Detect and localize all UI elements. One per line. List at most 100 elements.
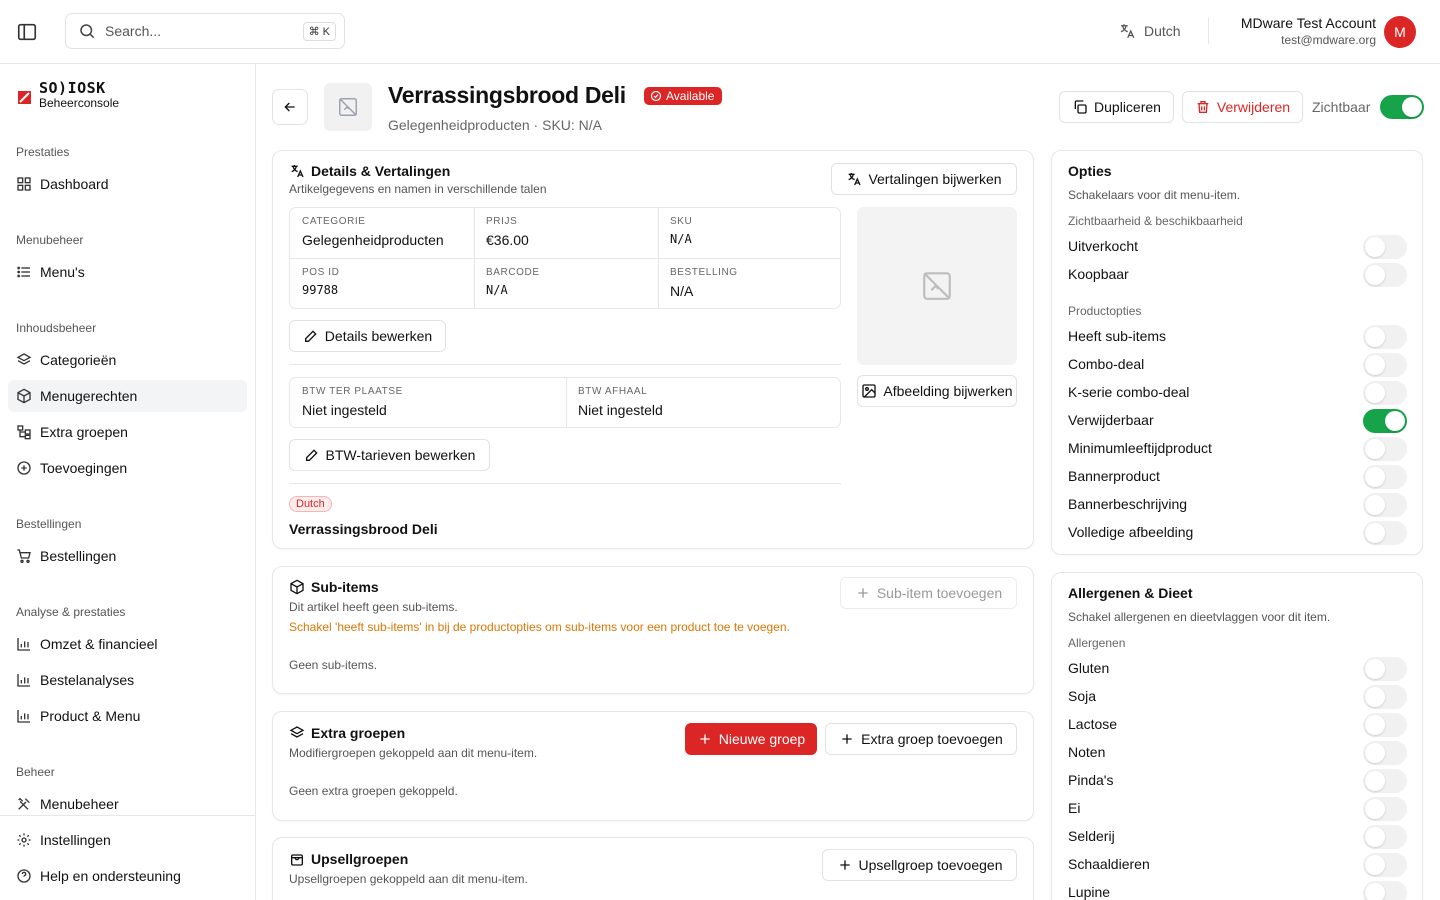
sidebar-item-orders[interactable]: Bestellingen bbox=[8, 540, 247, 572]
divider bbox=[289, 483, 841, 484]
visible-label: Zichtbaar bbox=[1312, 99, 1371, 115]
section-label-inhoudsbeheer: Inhoudsbeheer bbox=[16, 321, 97, 335]
allergen-toggle[interactable] bbox=[1363, 769, 1407, 793]
delete-button[interactable]: Verwijderen bbox=[1182, 91, 1303, 123]
sidebar-item-label: Help en ondersteuning bbox=[40, 868, 181, 884]
allergen-toggle[interactable] bbox=[1363, 713, 1407, 737]
edit-vat-button[interactable]: BTW-tarieven bewerken bbox=[289, 439, 490, 471]
allergen-toggle[interactable] bbox=[1363, 797, 1407, 821]
upsell-title-text: Upsellgroepen bbox=[311, 851, 409, 867]
sidebar-item-dishes[interactable]: Menugerechten bbox=[8, 380, 247, 412]
subitems-empty: Geen sub-items. bbox=[289, 658, 378, 672]
search-input[interactable]: Search... ⌘ K bbox=[65, 13, 345, 49]
extra-groups-description: Modifiergroepen gekoppeld aan dit menu-i… bbox=[289, 746, 538, 760]
sidebar-item-extra-groups[interactable]: Extra groepen bbox=[8, 416, 247, 448]
option-label: Verwijderbaar bbox=[1068, 412, 1154, 428]
section-label-menubeheer: Menubeheer bbox=[16, 233, 84, 247]
option-toggle[interactable] bbox=[1363, 465, 1407, 489]
sidebar-item-settings[interactable]: Instellingen bbox=[8, 824, 247, 856]
add-subitem-button[interactable]: Sub-item toevoegen bbox=[840, 577, 1017, 609]
copy-icon bbox=[1072, 99, 1088, 115]
status-label: Available bbox=[666, 89, 715, 103]
sidebar-item-revenue[interactable]: Omzet & financieel bbox=[8, 628, 247, 660]
option-label: Bannerproduct bbox=[1068, 468, 1160, 484]
option-label: Koopbaar bbox=[1068, 266, 1129, 282]
option-toggle[interactable] bbox=[1363, 325, 1407, 349]
option-label: Volledige afbeelding bbox=[1068, 524, 1194, 540]
plus-circle-icon bbox=[16, 460, 32, 476]
option-toggle[interactable] bbox=[1363, 493, 1407, 517]
option-toggle[interactable] bbox=[1363, 353, 1407, 377]
layers-icon bbox=[16, 352, 32, 368]
edit-details-button[interactable]: Details bewerken bbox=[289, 320, 446, 352]
allergen-label: Selderij bbox=[1068, 828, 1115, 844]
section-label-prestaties: Prestaties bbox=[16, 145, 70, 159]
arrow-left-icon bbox=[282, 99, 298, 115]
sidebar-item-menus[interactable]: Menu's bbox=[8, 256, 247, 288]
visible-toggle[interactable] bbox=[1380, 95, 1424, 119]
subitems-title-text: Sub-items bbox=[311, 579, 379, 595]
options-group-product: Productopties bbox=[1068, 304, 1142, 318]
image-off-icon bbox=[337, 96, 359, 118]
update-image-button[interactable]: Afbeelding bijwerken bbox=[857, 375, 1017, 407]
option-toggle[interactable] bbox=[1363, 381, 1407, 405]
sidebar-item-product-menu[interactable]: Product & Menu bbox=[8, 700, 247, 732]
option-toggle[interactable] bbox=[1363, 437, 1407, 461]
extra-groups-title-text: Extra groepen bbox=[311, 725, 406, 741]
page-title: Verrassingsbrood Deli bbox=[388, 82, 626, 108]
sidebar-item-order-analytics[interactable]: Bestelanalyses bbox=[8, 664, 247, 696]
allergen-label: Ei bbox=[1068, 800, 1081, 816]
shopping-bag-icon bbox=[289, 851, 305, 867]
sidebar-footer: Instellingen Help en ondersteuning bbox=[0, 815, 255, 900]
add-extra-group-button[interactable]: Extra groep toevoegen bbox=[825, 723, 1017, 755]
field-label: POS ID bbox=[302, 267, 340, 278]
layers-icon bbox=[289, 725, 305, 741]
update-translations-button[interactable]: Vertalingen bijwerken bbox=[831, 163, 1017, 195]
translation-language-badge: Dutch bbox=[289, 496, 332, 512]
duplicate-button[interactable]: Dupliceren bbox=[1059, 91, 1174, 123]
brand[interactable]: SO)IOSK Beheerconsole bbox=[18, 80, 119, 110]
option-label: K-serie combo-deal bbox=[1068, 384, 1190, 400]
language-switcher[interactable]: Dutch bbox=[1118, 22, 1181, 40]
translate-icon bbox=[846, 171, 862, 187]
back-button[interactable] bbox=[272, 89, 308, 125]
bar-chart-icon bbox=[16, 672, 32, 688]
avatar[interactable]: M bbox=[1384, 16, 1416, 48]
allergen-toggle[interactable] bbox=[1363, 853, 1407, 877]
allergen-toggle[interactable] bbox=[1363, 657, 1407, 681]
vat-grid: BTW ter plaatse Niet ingesteld BTW afhaa… bbox=[289, 377, 841, 428]
top-bar: Search... ⌘ K Dutch MDware Test Account … bbox=[0, 0, 1440, 64]
option-toggle[interactable] bbox=[1363, 235, 1407, 259]
allergens-description: Schakel allergenen en dieetvlaggen voor … bbox=[1068, 610, 1331, 624]
allergens-title: Allergenen & Dieet bbox=[1068, 585, 1193, 601]
allergen-toggle[interactable] bbox=[1363, 685, 1407, 709]
extra-groups-empty: Geen extra groepen gekoppeld. bbox=[289, 784, 458, 798]
pencil-icon bbox=[303, 328, 319, 344]
option-toggle[interactable] bbox=[1363, 521, 1407, 545]
new-group-button[interactable]: Nieuwe groep bbox=[685, 723, 817, 755]
field-price: Prijs €36.00 bbox=[474, 208, 541, 256]
option-toggle[interactable] bbox=[1363, 409, 1407, 433]
allergen-toggle[interactable] bbox=[1363, 881, 1407, 900]
list-icon bbox=[16, 264, 32, 280]
option-toggle[interactable] bbox=[1363, 263, 1407, 287]
check-circle-icon bbox=[650, 90, 662, 102]
allergen-label: Pinda's bbox=[1068, 772, 1114, 788]
field-barcode: Barcode N/A bbox=[474, 259, 552, 305]
sidebar-toggle-icon[interactable] bbox=[16, 21, 38, 43]
add-upsell-group-button[interactable]: Upsellgroep toevoegen bbox=[822, 849, 1017, 881]
field-value: Niet ingesteld bbox=[302, 402, 387, 418]
subitems-title: Sub-items bbox=[289, 579, 379, 595]
sidebar-item-label: Toevoegingen bbox=[40, 460, 128, 476]
sidebar-item-dashboard[interactable]: Dashboard bbox=[8, 168, 247, 200]
brand-subtitle: Beheerconsole bbox=[39, 96, 120, 110]
sidebar-item-help[interactable]: Help en ondersteuning bbox=[8, 860, 247, 892]
sidebar-item-label: Bestellingen bbox=[40, 548, 117, 564]
allergen-toggle[interactable] bbox=[1363, 741, 1407, 765]
sidebar-item-categories[interactable]: Categorieën bbox=[8, 344, 247, 376]
account-info[interactable]: MDware Test Account test@mdware.org bbox=[1241, 15, 1376, 47]
sidebar-item-additions[interactable]: Toevoegingen bbox=[8, 452, 247, 484]
section-label-beheer: Beheer bbox=[16, 765, 55, 779]
sidebar-item-label: Categorieën bbox=[40, 352, 117, 368]
allergen-toggle[interactable] bbox=[1363, 825, 1407, 849]
